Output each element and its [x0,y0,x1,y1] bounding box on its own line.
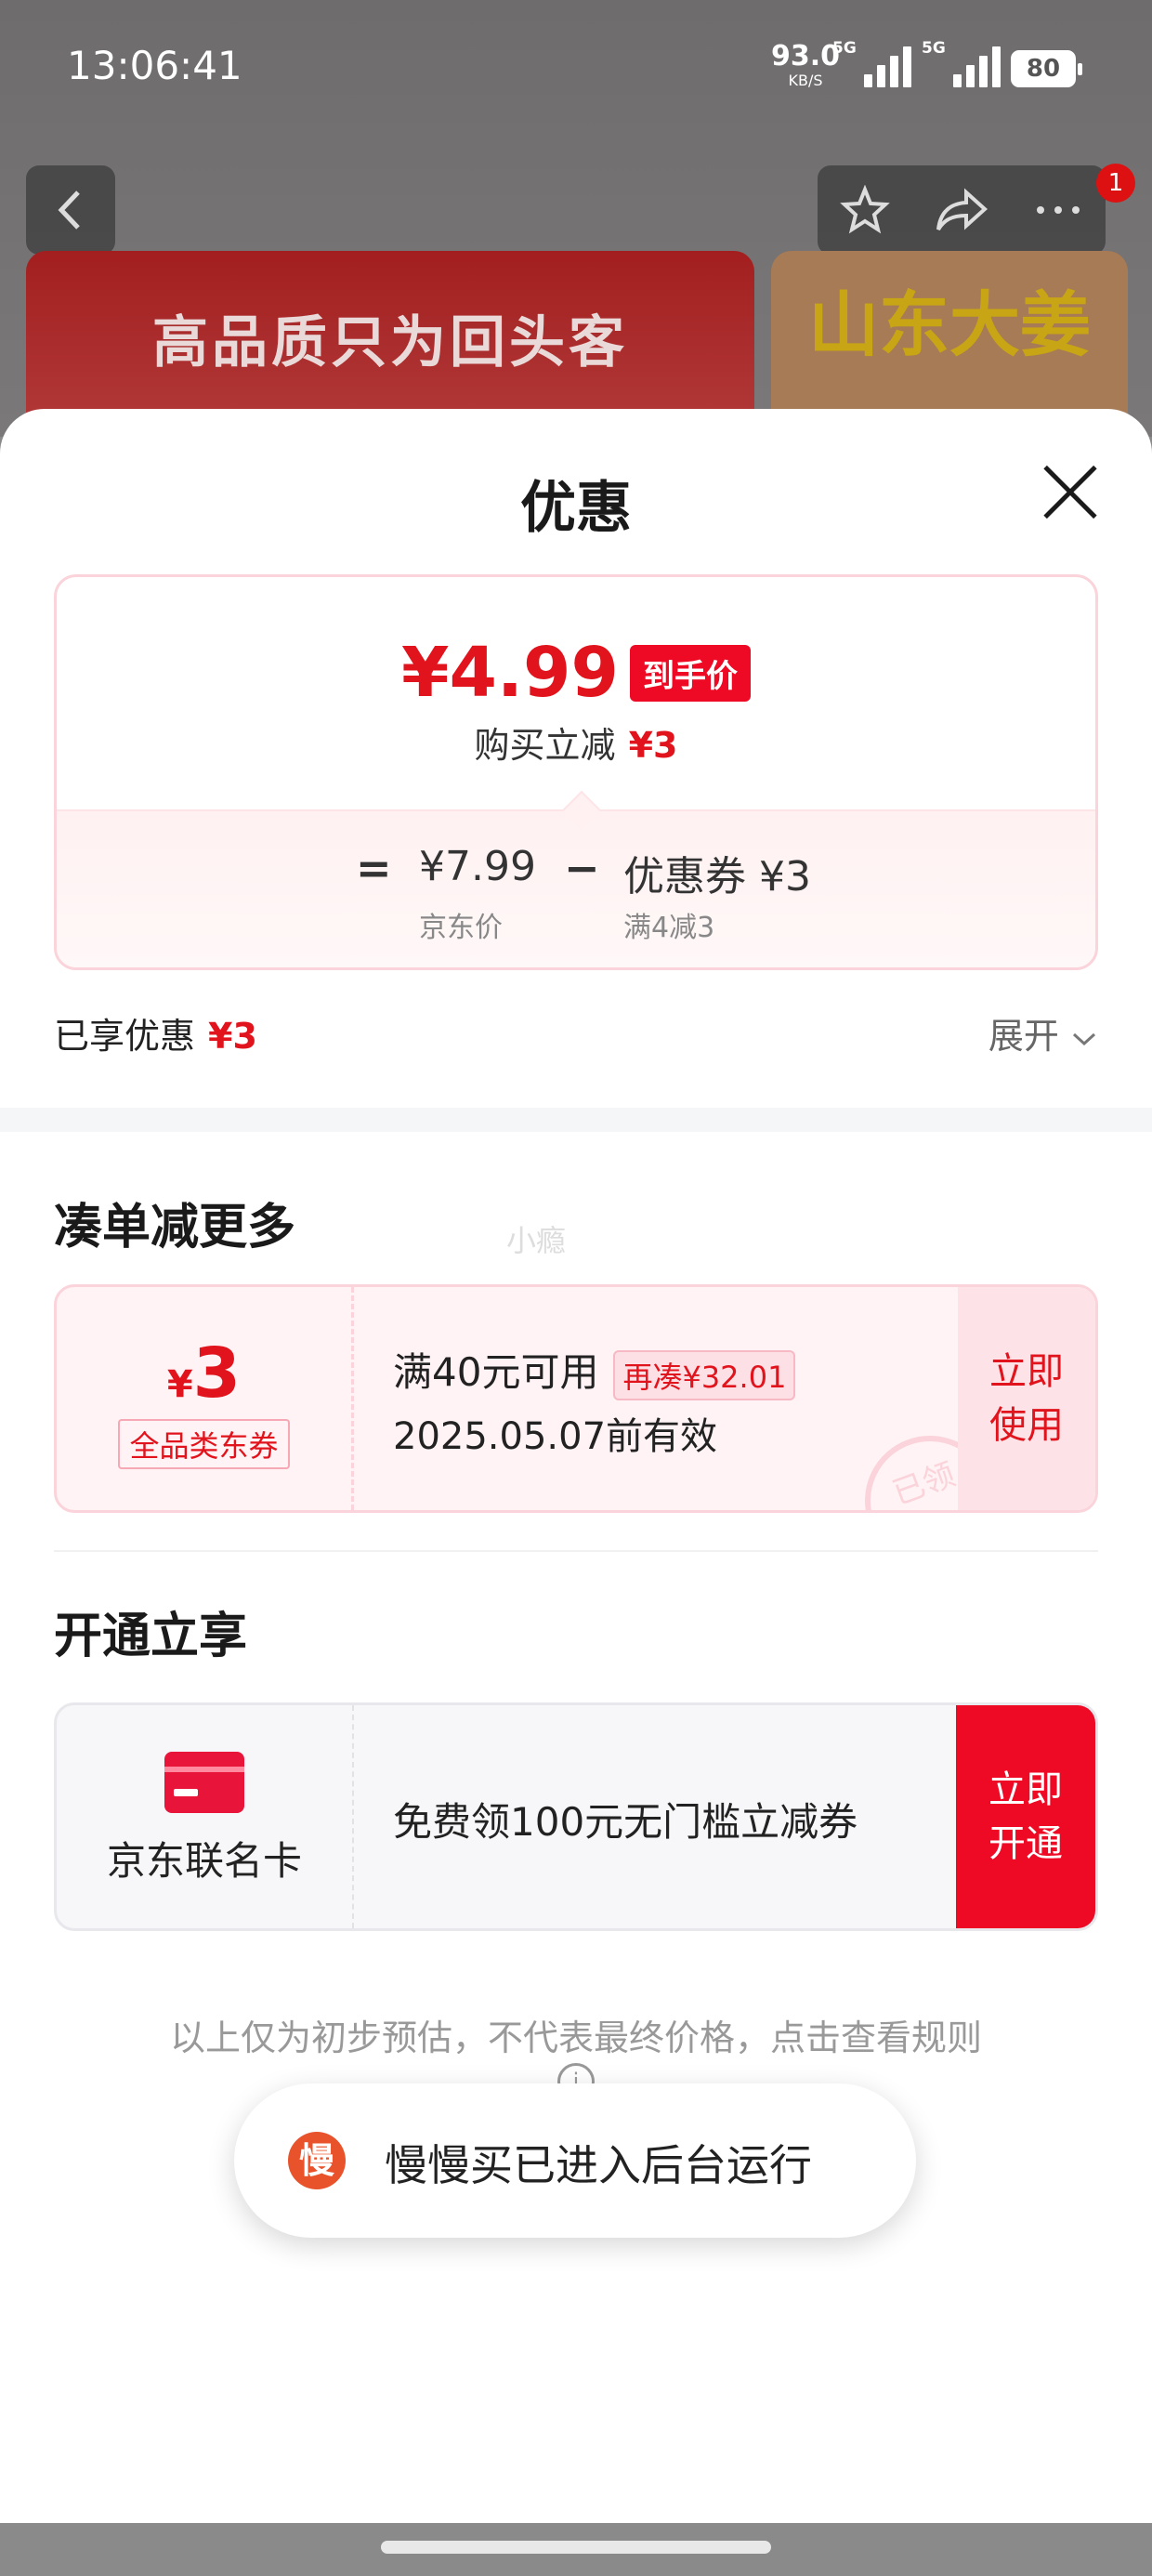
back-button[interactable] [26,165,115,255]
section-gap [0,1108,1152,1132]
battery-icon: 80 [1011,50,1082,87]
final-price: ¥4.99 [400,633,620,713]
star-icon[interactable] [840,185,890,235]
co-brand-card-offer[interactable]: 京东联名卡 免费领100元无门槛立减券 立即 开通 [54,1702,1098,1931]
card-name: 京东联名卡 [106,1838,302,1884]
watermark: 小瘾 [506,1223,567,1258]
top-actions [818,165,1106,255]
network-speed: 93.0 KB/S [771,40,841,90]
toast-text: 慢慢买已进入后台运行 [385,2140,812,2190]
background-toast: 慢 慢慢买已进入后台运行 [234,2083,916,2238]
price-breakdown-card: ¥4.99 到手价 购买立减 ¥3 = ¥7.99 京东价 − 优惠券 ¥3 满4减… [54,574,1098,970]
coupon-type: 全品类东券 [118,1419,290,1469]
enjoyed-discount: 已享优惠 ¥3 [54,1016,257,1057]
sheet-title: 优惠 [520,476,632,541]
price-formula: = ¥7.99 京东价 − 优惠券 ¥3 满4减3 [57,809,1095,967]
minus-sign: − [564,843,600,893]
combine-title: 凑单减更多 [54,1200,296,1255]
notification-badge: 1 [1096,164,1135,203]
home-indicator[interactable] [381,2541,771,2554]
coupon-card[interactable]: ¥3 全品类东券 满40元可用 再凑¥32.01 2025.05.07前有效 已领… [54,1284,1098,1513]
discount-sheet: 优惠 ¥4.99 到手价 购买立减 ¥3 = ¥7.99 京东价 − 优惠券 ¥3 … [0,409,1152,2523]
signal-icon: 5G [832,39,911,87]
final-price-tag: 到手价 [630,644,752,702]
coupon-amount: ¥3 [166,1334,242,1413]
close-icon[interactable] [1041,463,1100,522]
coupon-condition: 满40元可用 再凑¥32.01 [393,1341,796,1400]
expand-button[interactable]: 展开 [988,1007,1098,1058]
jd-price-label: 京东价 [419,912,503,944]
status-time: 13:06:41 [67,43,242,88]
share-icon[interactable] [935,185,988,235]
app-logo-icon: 慢 [288,2132,346,2189]
coupon-gap-chip: 再凑¥32.01 [613,1349,796,1400]
card-description: 免费领100元无门槛立减券 [393,1799,858,1845]
status-bar: 13:06:41 93.0 KB/S 5G 5G 80 [0,0,1152,139]
disclaimer-link[interactable]: 以上仅为初步预估，不代表最终价格，点击查看规则 [0,2009,1152,2060]
coupon-expiry: 2025.05.07前有效 [393,1415,718,1458]
equals-sign: = [356,843,392,893]
open-card-button[interactable]: 立即 开通 [956,1705,1095,1928]
reduce-row: 购买立减 ¥3 [474,725,678,766]
use-coupon-button[interactable]: 立即 使用 [958,1287,1095,1510]
chevron-down-icon [1072,1032,1096,1046]
open-title: 开通立享 [54,1609,248,1664]
coupon-value: 优惠券 ¥3 [623,853,811,900]
signal-icon-2: 5G [922,39,1001,87]
divider [54,1550,1098,1552]
jd-price: ¥7.99 [419,843,536,890]
coupon-amount-area: ¥3 全品类东券 [57,1287,354,1510]
coupon-rule: 满4减3 [623,912,715,944]
chevron-left-icon [58,191,80,230]
credit-card-icon [164,1752,244,1813]
more-icon[interactable] [1033,201,1083,219]
card-info: 京东联名卡 [57,1705,354,1928]
final-price-row: ¥4.99 到手价 [57,633,1095,713]
